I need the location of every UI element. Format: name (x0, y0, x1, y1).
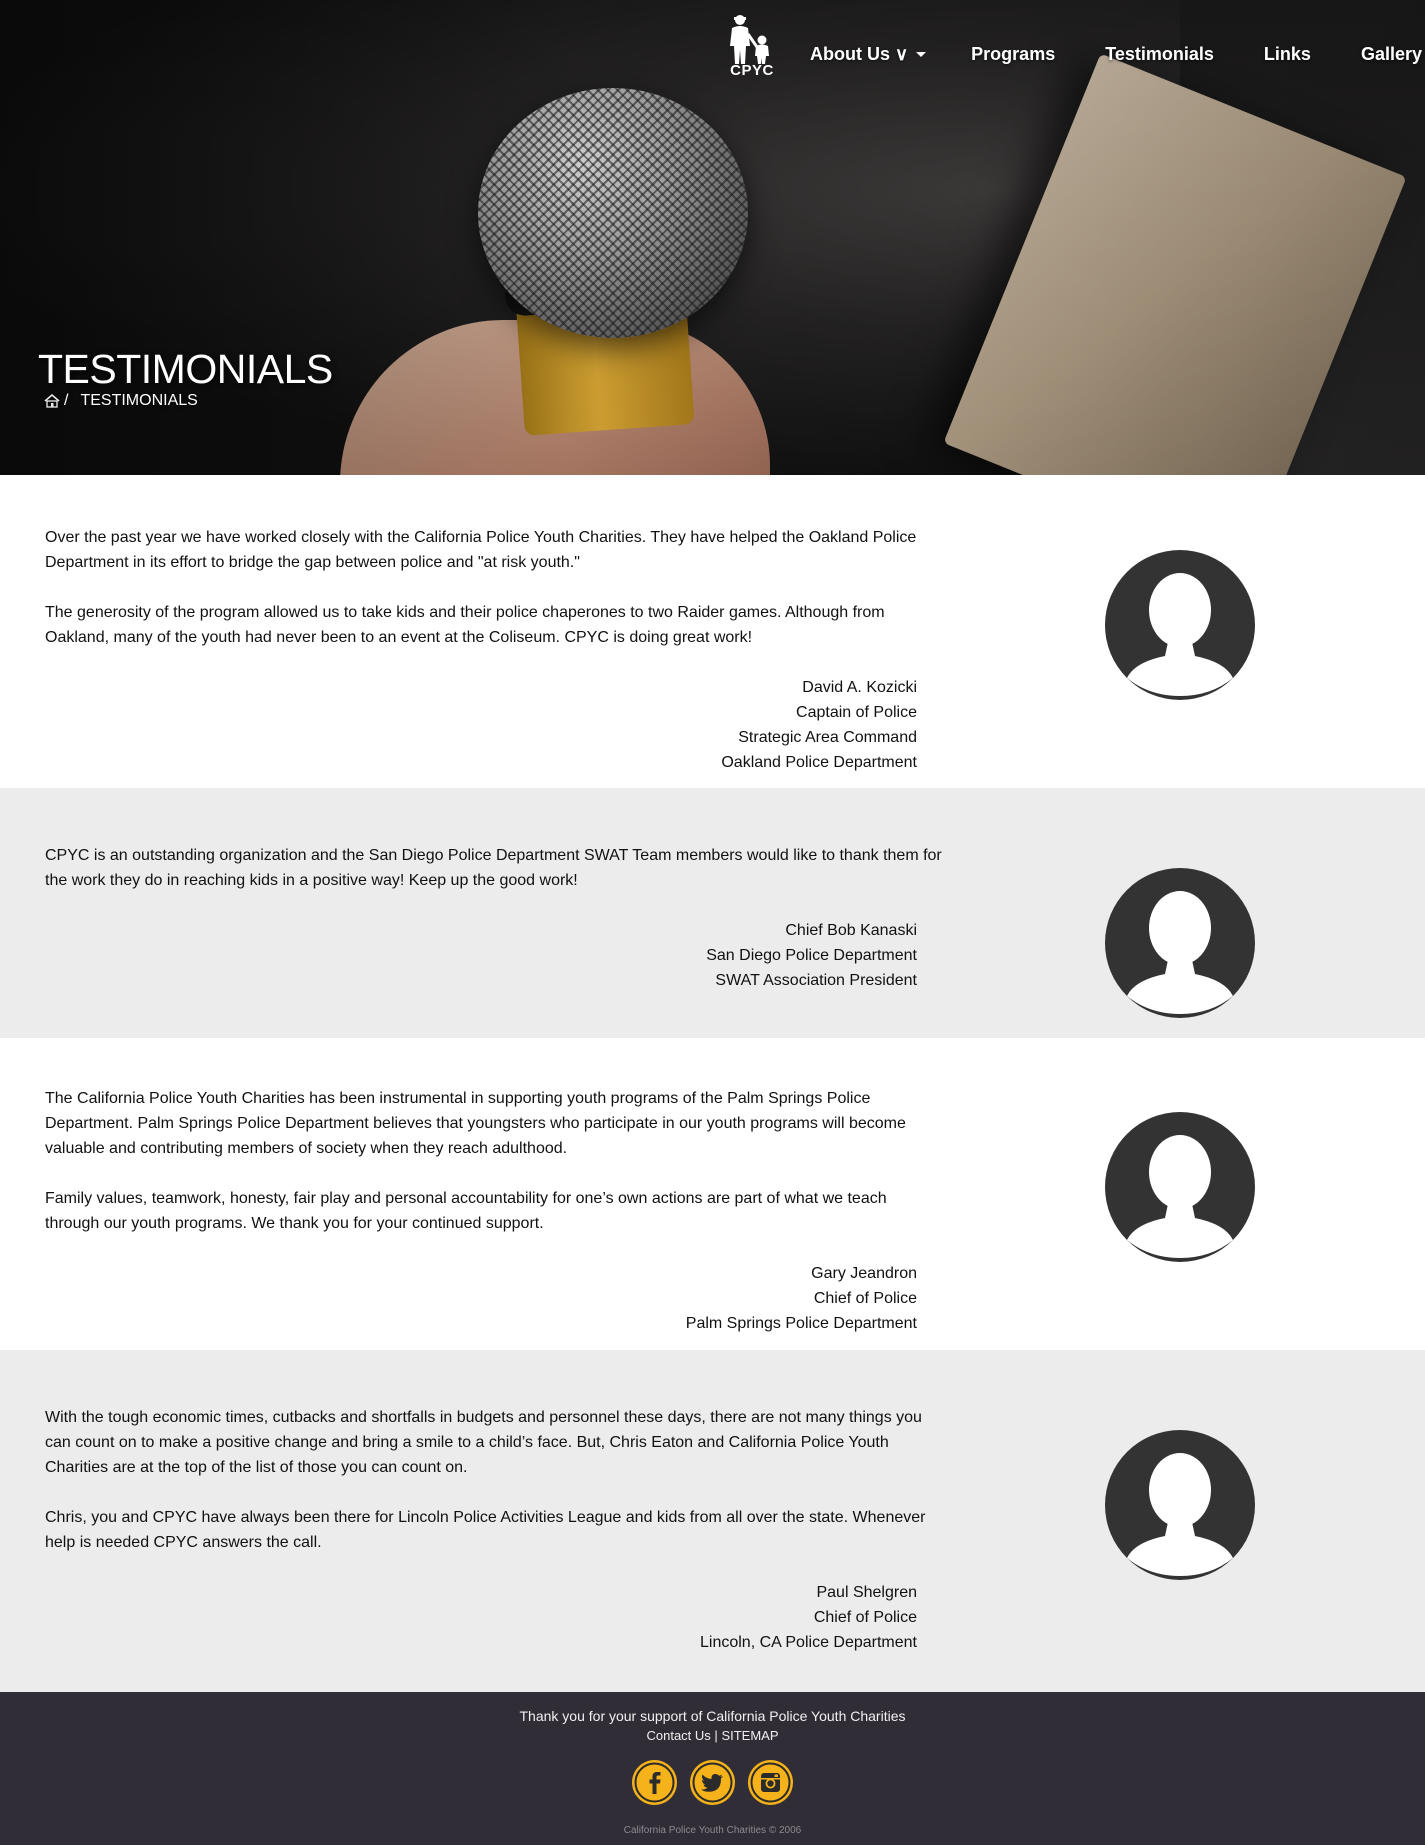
twitter-icon[interactable] (690, 1760, 735, 1805)
signature-name: David A. Kozicki (802, 679, 917, 696)
signature-name: Gary Jeandron (811, 1265, 917, 1282)
testimonial-quote: With the tough economic times, cutbacks … (45, 1405, 945, 1580)
footer-links: Contact Us | SITEMAP (0, 1728, 1425, 1743)
contact-us-link[interactable]: Contact Us (646, 1728, 710, 1743)
signature-title: Chief of Police (813, 1290, 917, 1307)
testimonial-card: The California Police Youth Charities ha… (0, 1038, 1425, 1350)
nav-item-testimonials[interactable]: Testimonials (1105, 44, 1214, 65)
testimonial-card: With the tough economic times, cutbacks … (0, 1350, 1425, 1692)
testimonial-quote: CPYC is an outstanding organization and … (45, 843, 945, 918)
testimonial-signature: Chief Bob Kanaski San Diego Police Depar… (417, 918, 917, 993)
testimonial-signature: David A. Kozicki Captain of Police Strat… (417, 675, 917, 775)
signature-name: Paul Shelgren (816, 1584, 917, 1601)
avatar-icon (1105, 1112, 1255, 1262)
signature-name: Chief Bob Kanaski (785, 922, 917, 939)
signature-unit: Strategic Area Command (738, 729, 917, 746)
quote-paragraph: The California Police Youth Charities ha… (45, 1090, 906, 1157)
signature-title: Chief of Police (813, 1609, 917, 1626)
testimonial-quote: The California Police Youth Charities ha… (45, 1086, 945, 1261)
breadcrumb: / TESTIMONIALS (44, 392, 198, 410)
instagram-icon[interactable] (748, 1760, 793, 1805)
breadcrumb-separator: / (64, 392, 69, 409)
social-links (632, 1760, 793, 1805)
footer-divider: | (714, 1728, 718, 1743)
testimonial-quote: Over the past year we have worked closel… (45, 525, 945, 675)
quote-paragraph: Family values, teamwork, honesty, fair p… (45, 1190, 887, 1232)
sitemap-link[interactable]: SITEMAP (721, 1728, 778, 1743)
signature-department: San Diego Police Department (706, 947, 917, 964)
avatar-icon (1105, 550, 1255, 700)
quote-paragraph: CPYC is an outstanding organization and … (45, 847, 942, 889)
nav-item-about-us[interactable]: About Us ∨ (810, 44, 908, 65)
testimonial-card: Over the past year we have worked closel… (0, 475, 1425, 788)
signature-department: Lincoln, CA Police Department (700, 1634, 917, 1651)
testimonial-signature: Gary Jeandron Chief of Police Palm Sprin… (417, 1261, 917, 1336)
facebook-icon[interactable] (632, 1760, 677, 1805)
site-logo[interactable]: CPYC (724, 14, 780, 79)
testimonial-signature: Paul Shelgren Chief of Police Lincoln, C… (417, 1580, 917, 1655)
signature-title: SWAT Association President (715, 972, 917, 989)
caret-down-icon[interactable] (916, 51, 927, 57)
main-nav: About Us ∨ Programs Testimonials Links G… (810, 42, 1422, 66)
logo-text: CPYC (730, 62, 774, 79)
nav-item-links[interactable]: Links (1264, 44, 1311, 65)
avatar-icon (1105, 1430, 1255, 1580)
quote-paragraph: With the tough economic times, cutbacks … (45, 1409, 922, 1476)
page-title: TESTIMONIALS (38, 346, 333, 392)
quote-paragraph: Chris, you and CPYC have always been the… (45, 1509, 926, 1551)
quote-paragraph: The generosity of the program allowed us… (45, 604, 885, 646)
testimonial-card: CPYC is an outstanding organization and … (0, 788, 1425, 1038)
nav-item-gallery[interactable]: Gallery (1361, 44, 1422, 65)
footer-copyright: California Police Youth Charities © 2006 (623, 1825, 802, 1836)
home-icon[interactable] (44, 394, 60, 408)
signature-department: Oakland Police Department (721, 754, 917, 771)
site-footer: Thank you for your support of California… (0, 1692, 1425, 1845)
hero-overlay (0, 0, 1425, 475)
footer-thanks: Thank you for your support of California… (519, 1708, 906, 1724)
hero-banner: CPYC About Us ∨ Programs Testimonials Li… (0, 0, 1425, 475)
quote-paragraph: Over the past year we have worked closel… (45, 529, 917, 571)
signature-title: Captain of Police (796, 704, 917, 721)
avatar-icon (1105, 868, 1255, 1018)
signature-department: Palm Springs Police Department (685, 1315, 917, 1332)
nav-item-programs[interactable]: Programs (971, 44, 1055, 65)
breadcrumb-current: TESTIMONIALS (80, 392, 198, 409)
logo-figures-icon (730, 15, 769, 64)
